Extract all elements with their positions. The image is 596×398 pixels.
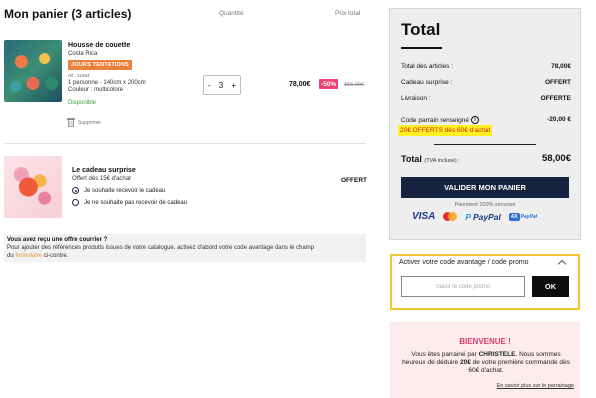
decrease-quantity-button[interactable]: - <box>208 81 211 90</box>
remove-item-link[interactable]: Supprimer <box>78 120 101 126</box>
quantity-stepper: - 3 + <box>203 75 241 95</box>
paypal-logo-text: PayPal <box>473 211 501 222</box>
product-image-surprise-gift <box>4 156 62 218</box>
welcome-text: Vous êtes parrainé par CHRISTELE. Nous s… <box>400 351 572 375</box>
info-icon[interactable]: i <box>470 116 479 124</box>
product-collection: Costa Rica <box>68 51 98 57</box>
paypal-4x-text: PayPal <box>520 213 538 220</box>
grand-total-value: 58,00€ <box>541 153 571 164</box>
summary-title-underline <box>401 47 442 49</box>
radio-selected-icon[interactable] <box>72 187 79 194</box>
welcome-text-part: de votre première commande dès 60€ d'ach… <box>468 359 570 374</box>
product-image-duvet-cover[interactable] <box>4 40 62 102</box>
summary-row-label: Cadeau surprise : <box>401 79 453 86</box>
info-text-end: ci-contre. <box>43 253 69 259</box>
gift-option-no-label: Je ne souhaite pas recevoir de cadeau <box>84 199 188 206</box>
radio-unselected-icon[interactable] <box>72 199 79 206</box>
info-text: Pour ajouter des références produits iss… <box>7 244 363 260</box>
quantity-value[interactable]: 3 <box>219 81 223 90</box>
item-divider <box>4 143 366 144</box>
paypal-4x-badge: 4X <box>508 212 520 221</box>
increase-quantity-button[interactable]: + <box>231 81 236 90</box>
product-color: Couleur : multicolore <box>68 87 124 93</box>
grand-total-label-text: Total <box>401 154 422 164</box>
trash-icon[interactable] <box>67 117 75 127</box>
welcome-text-part: Vous êtes parrainé par <box>411 351 477 358</box>
secure-payment-text: Paiement 100% sécurisé <box>454 202 516 208</box>
summary-row-value: OFFERT <box>545 79 571 86</box>
item-price: 78,00€ <box>289 81 311 88</box>
product-ref: réf : 31654 <box>68 73 90 78</box>
product-size: 1 personne - 140cm x 200cm <box>68 80 146 86</box>
summary-row-label: Total des articles : <box>401 63 454 70</box>
column-header-quantity: Quantité <box>219 10 244 17</box>
visa-logo-icon: VISA <box>412 211 436 222</box>
gift-price: OFFERT <box>341 177 367 184</box>
gift-option-yes-label: Je souhaite recevoir le cadeau <box>84 187 166 194</box>
gift-option-yes[interactable]: Je souhaite recevoir le cadeau <box>72 187 165 194</box>
availability-status: Disponible <box>68 100 97 106</box>
welcome-amount: 20€ <box>459 359 471 366</box>
payment-logos: VISA P PayPal 4X PayPal <box>412 211 537 222</box>
sponsor-code-row: Code parrain renseigné i <box>401 116 479 124</box>
validate-cart-button[interactable]: VALIDER MON PANIER <box>401 177 569 198</box>
welcome-title: BIENVENUE ! <box>459 337 511 346</box>
mastercard-logo-icon <box>443 212 458 221</box>
summary-title: Total <box>401 20 441 39</box>
sponsorship-info-link[interactable]: En savoir plus sur le parrainage <box>497 383 574 389</box>
promo-badge: JOURS TENTATIONS <box>68 60 132 70</box>
paypal-4x-logo-icon: 4X PayPal <box>508 212 538 221</box>
gift-name: Le cadeau surprise <box>72 167 136 174</box>
grand-total-label: Total (TVA incluse) : <box>401 154 460 164</box>
column-header-total: Prix total <box>335 10 361 17</box>
cart-title: Mon panier (3 articles) <box>4 7 132 21</box>
summary-row-value: OFFERTE <box>540 95 571 102</box>
original-price: 156,00€ <box>344 82 364 88</box>
sponsor-offer-highlight: 20€ OFFERTS dès 60€ d'achat <box>398 125 493 136</box>
form-link[interactable]: formulaire <box>15 253 42 259</box>
summary-row-label: Livraison : <box>401 95 431 102</box>
total-divider <box>434 144 536 145</box>
mail-offer-info: Vous avez reçu une offre courrier ? Pour… <box>4 234 366 262</box>
tax-note: (TVA incluse) : <box>424 158 460 164</box>
sponsor-name: CHRISTELE <box>478 351 516 358</box>
promo-code-title[interactable]: Activer votre code avantage / code promo <box>399 259 529 266</box>
info-text-du: du <box>7 253 14 259</box>
promo-ok-button[interactable]: OK <box>532 276 569 297</box>
paypal-logo-icon: P PayPal <box>465 211 501 222</box>
gift-option-no[interactable]: Je ne souhaite pas recevoir de cadeau <box>72 199 187 206</box>
summary-row-value: 78,00€ <box>551 63 571 70</box>
promo-code-input[interactable] <box>401 276 525 297</box>
info-text-main: Pour ajouter des références produits iss… <box>7 245 314 251</box>
gift-condition: Offert dès 15€ d'achat <box>72 176 131 182</box>
product-name[interactable]: Housse de couette <box>68 42 130 49</box>
info-title: Vous avez reçu une offre courrier ? <box>7 237 108 243</box>
sponsor-code-label: Code parrain renseigné <box>401 116 469 124</box>
sponsor-code-value: -20,00 € <box>547 116 571 123</box>
discount-badge: -50% <box>319 79 339 89</box>
